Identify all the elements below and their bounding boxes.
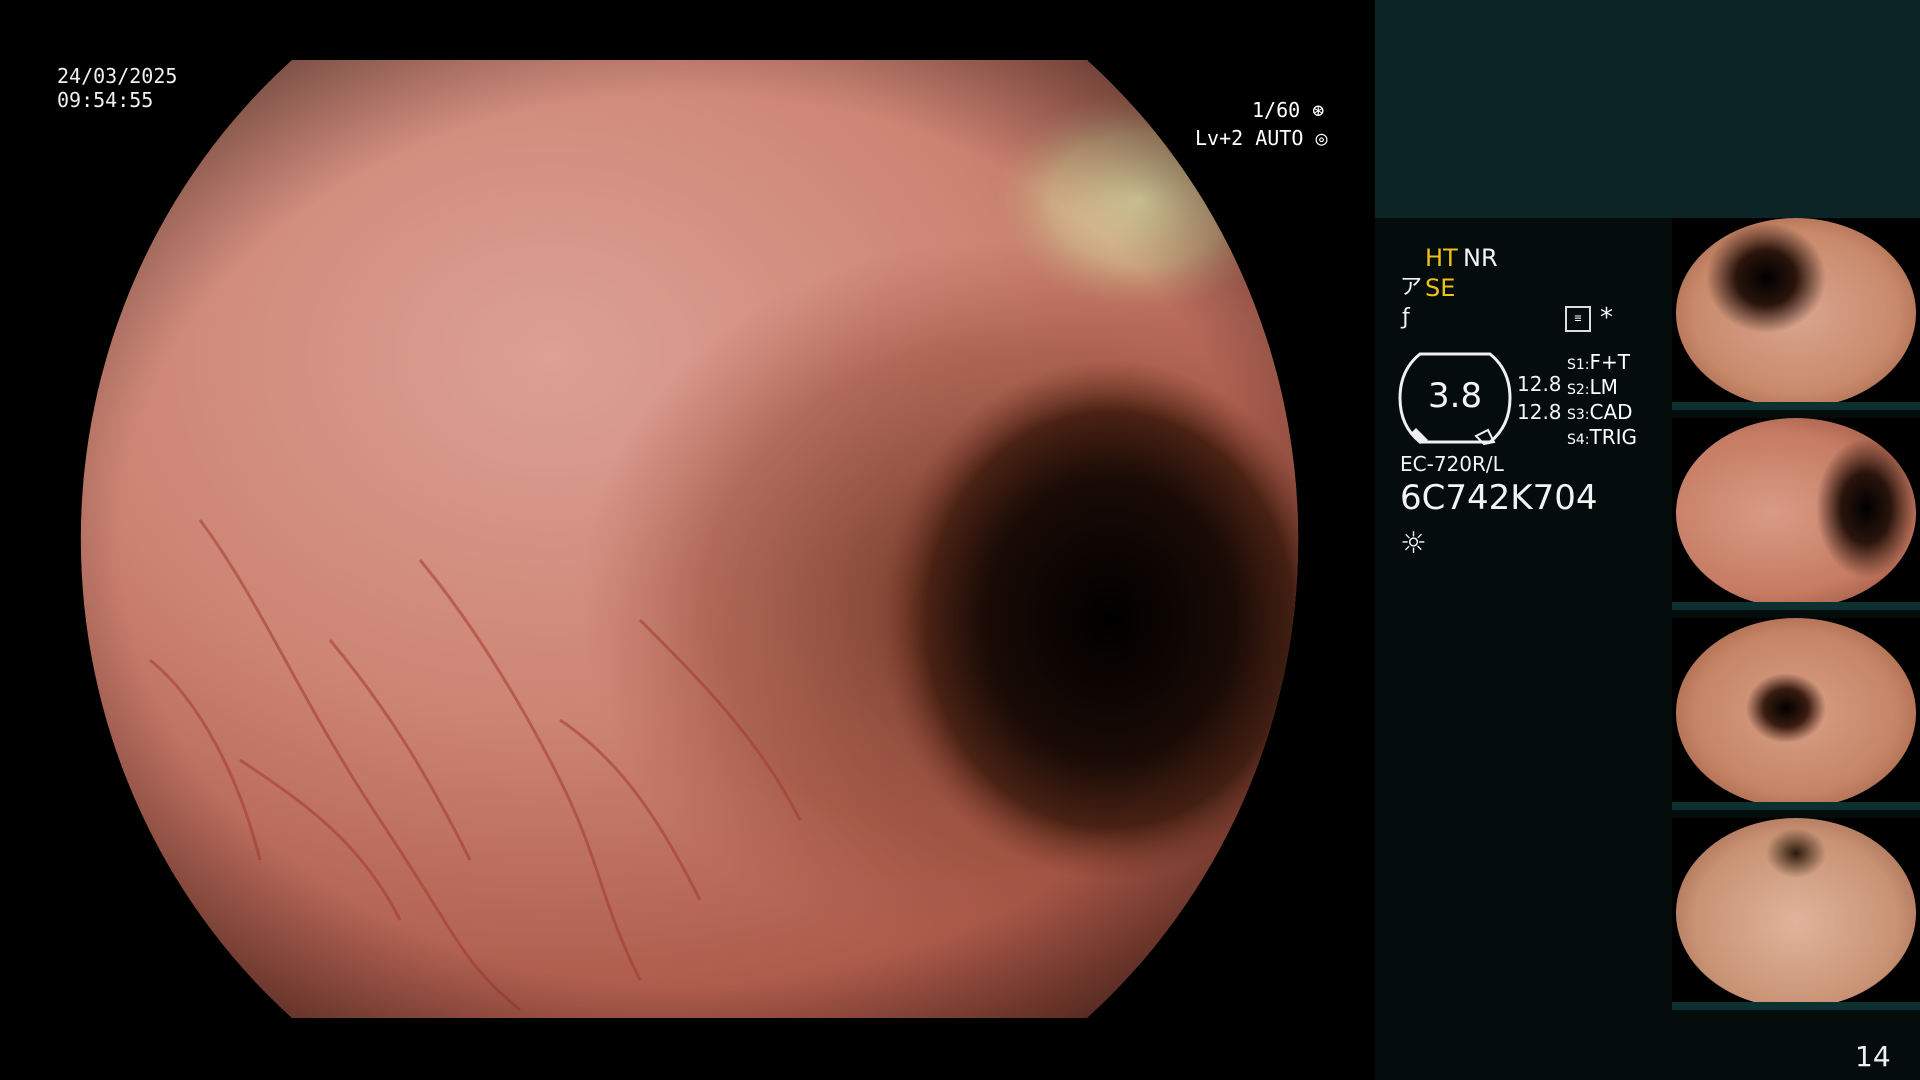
thumbnail-bar bbox=[1672, 802, 1920, 810]
thumbnail-image bbox=[1676, 818, 1916, 1008]
scope-serial: 6C742K704 bbox=[1400, 478, 1598, 518]
date-text: 24/03/2025 bbox=[57, 64, 178, 88]
thumbnail-2[interactable] bbox=[1672, 418, 1920, 610]
color-icon: ƒ bbox=[1402, 305, 1410, 330]
switch-list: S1:F+T S2:LM S3:CAD S4:TRIG bbox=[1567, 350, 1637, 450]
mode-nr: NR bbox=[1463, 244, 1498, 272]
thumbnail-4[interactable] bbox=[1672, 818, 1920, 1010]
endoscope-view bbox=[0, 0, 1375, 1080]
switch-row: S4:TRIG bbox=[1567, 425, 1638, 449]
gauge-right-bottom: 12.8 bbox=[1517, 400, 1562, 424]
page-number: 14 bbox=[1855, 1040, 1891, 1073]
iris-icon: ◎ bbox=[1315, 126, 1328, 150]
switch-key: S1 bbox=[1567, 357, 1585, 373]
scope-model: EC-720R/L bbox=[1400, 452, 1504, 476]
shutter-readout: 1/60 ⊛ bbox=[1252, 98, 1324, 122]
structure-enhance-icon: ア bbox=[1400, 275, 1423, 300]
switch-row: S1:F+T bbox=[1567, 350, 1630, 374]
switch-row: S3:CAD bbox=[1567, 400, 1633, 424]
gauge-value: 3.8 bbox=[1428, 376, 1483, 416]
setting-icon: ≡ bbox=[1565, 306, 1591, 332]
thumbnail-image bbox=[1676, 618, 1916, 808]
mode-se: SE bbox=[1425, 274, 1456, 302]
switch-key: S3 bbox=[1567, 407, 1585, 423]
shutter-text: 1/60 bbox=[1252, 98, 1301, 122]
switch-key: S4 bbox=[1567, 432, 1585, 448]
exposure-readout: Lv+2 AUTO ◎ bbox=[1195, 126, 1327, 150]
shutter-icon: ⊛ bbox=[1312, 98, 1325, 122]
switch-value: LM bbox=[1589, 375, 1618, 399]
thumbnail-image bbox=[1676, 218, 1916, 408]
switch-row: S2:LM bbox=[1567, 375, 1618, 399]
mode-ht: HT bbox=[1425, 244, 1458, 272]
switch-value: TRIG bbox=[1589, 425, 1638, 449]
switch-value: CAD bbox=[1589, 400, 1633, 424]
thumbnail-1[interactable] bbox=[1672, 218, 1920, 410]
gauge-right-top: 12.8 bbox=[1517, 372, 1562, 396]
switch-value: F+T bbox=[1589, 350, 1630, 374]
exposure-text: AUTO bbox=[1255, 126, 1304, 150]
thumbnail-bar bbox=[1672, 602, 1920, 610]
time-text: 09:54:55 bbox=[57, 88, 154, 112]
switch-key: S2 bbox=[1567, 382, 1585, 398]
light-source-icon: ☼ bbox=[1400, 526, 1427, 561]
panel-top bbox=[1375, 0, 1920, 218]
thumbnail-bar bbox=[1672, 402, 1920, 410]
thumbnail-image bbox=[1676, 418, 1916, 608]
thumbnail-bar bbox=[1672, 1002, 1920, 1010]
level-text: Lv+2 bbox=[1195, 126, 1244, 150]
asterisk-mark: * bbox=[1600, 303, 1613, 333]
thumbnail-3[interactable] bbox=[1672, 618, 1920, 810]
